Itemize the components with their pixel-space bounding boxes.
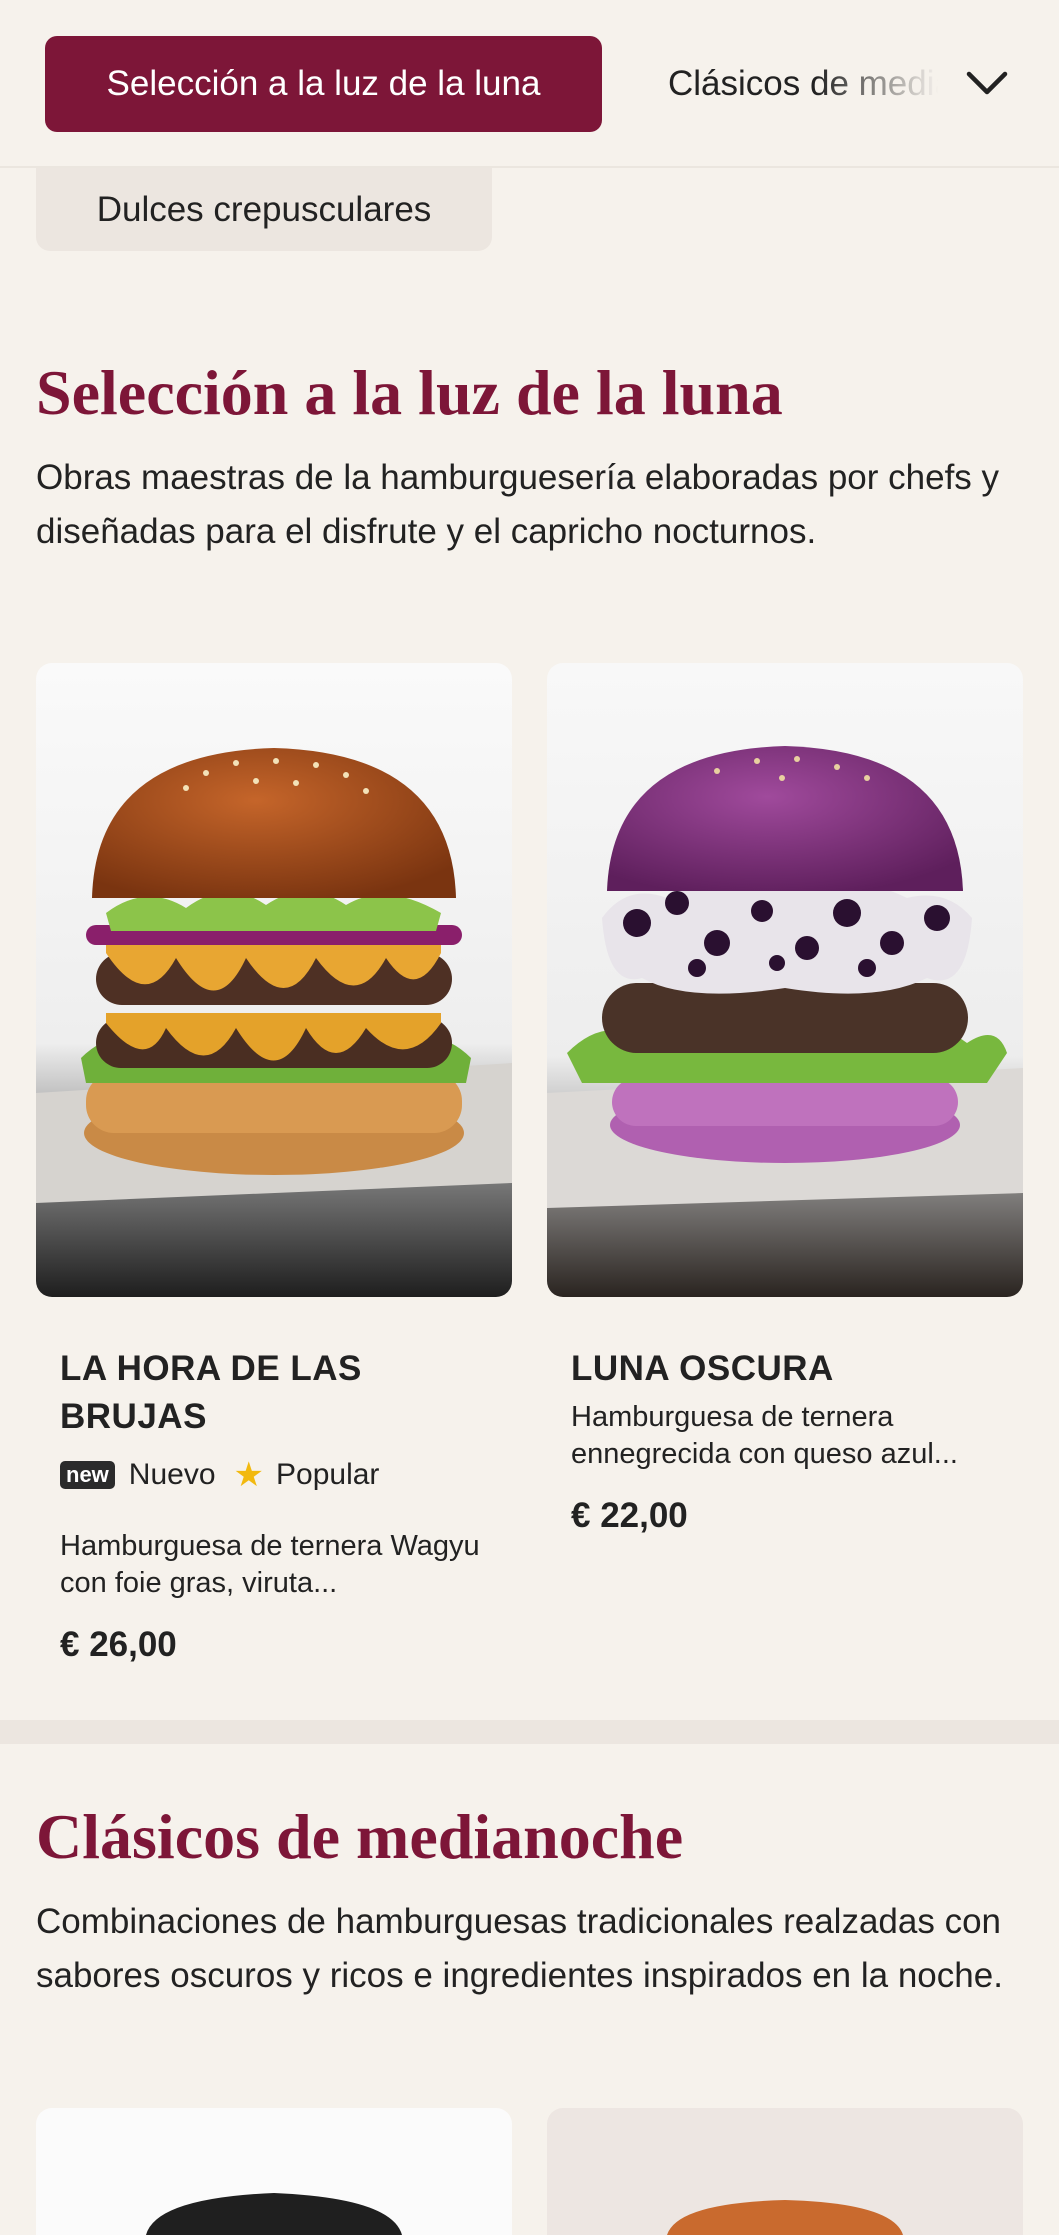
- new-badge: new: [60, 1461, 115, 1489]
- chevron-down-icon[interactable]: [962, 58, 1012, 108]
- item-price: € 22,00: [571, 1496, 688, 1535]
- new-label: Nuevo: [128, 1458, 216, 1491]
- item-image-witching-hour[interactable]: [36, 663, 512, 1297]
- section-description: Combinaciones de hamburguesas tradiciona…: [36, 1902, 1003, 1995]
- section-title: Clásicos de medianoche: [36, 1801, 684, 1872]
- item-description: Hamburguesa de ternera Wagyu con foie gr…: [60, 1530, 480, 1599]
- star-icon: ★: [233, 1456, 264, 1494]
- category-tab-moonlight[interactable]: Selección a la luz de la luna: [45, 36, 602, 132]
- item-price: € 26,00: [60, 1625, 177, 1664]
- item-badges: new Nuevo ★ Popular: [60, 1455, 379, 1495]
- item-image[interactable]: [36, 2108, 512, 2235]
- section-title: Selección a la luz de la luna: [36, 357, 783, 428]
- category-tab-twilight-sweets[interactable]: Dulces crepusculares: [36, 168, 492, 251]
- item-image[interactable]: [547, 2108, 1023, 2235]
- section-divider: [0, 1720, 1059, 1744]
- item-image-dark-moon[interactable]: [547, 663, 1023, 1297]
- item-description: Hamburguesa de ternera ennegrecida con q…: [571, 1401, 958, 1470]
- category-tab-midnight-classics[interactable]: Clásicos de medianoche: [668, 36, 938, 132]
- item-name[interactable]: LA HORA DE LAS BRUJAS: [60, 1345, 480, 1441]
- section-description: Obras maestras de la hamburguesería elab…: [36, 458, 1000, 551]
- popular-label: Popular: [276, 1458, 380, 1491]
- category-nav: Selección a la luz de la luna Clásicos d…: [0, 0, 1059, 168]
- item-name[interactable]: LUNA OSCURA: [571, 1345, 991, 1393]
